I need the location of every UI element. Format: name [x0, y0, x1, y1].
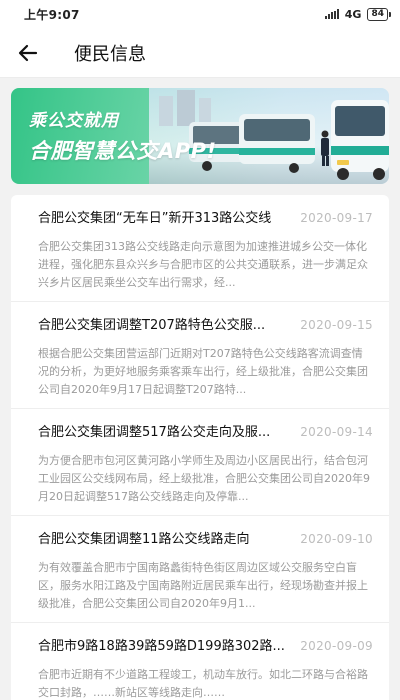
news-title: 合肥公交集团调整517路公交走向及服... [38, 425, 271, 440]
status-indicators: 4G 84 [324, 7, 391, 21]
news-item[interactable]: 合肥公交集团调整T207路特色公交服... 2020-09-15 根据合肥公交集… [11, 302, 389, 409]
news-item[interactable]: 合肥公交集团调整517路公交走向及服... 2020-09-14 为方便合肥市包… [11, 409, 389, 516]
banner-line1: 乘公交就用 [29, 111, 119, 131]
network-type: 4G [344, 7, 362, 21]
status-time: 上午9:07 [24, 7, 80, 22]
news-title: 合肥公交集团调整11路公交线路走向 [38, 532, 250, 547]
news-summary: 为方便合肥市包河区黄河路小学师生及周边小区居民出行，结合包河工业园区公交线网布局… [38, 454, 370, 503]
promo-banner[interactable]: 乘公交就用 合肥智慧公交APP! [11, 88, 389, 184]
app-header: 便民信息 [0, 28, 400, 78]
news-date: 2020-09-15 [300, 318, 373, 332]
news-summary: 合肥公交集团313路公交线路走向示意图为加速推进城乡公交一体化进程，强化肥东县众… [38, 240, 368, 289]
banner-line2: 合肥智慧公交APP! [29, 139, 217, 163]
news-summary: 合肥市近期有不少道路工程竣工，机动车放行。如北二环路与合裕路交口封路，……新站区… [38, 668, 368, 699]
arrow-left-icon [18, 44, 38, 61]
news-date: 2020-09-14 [300, 425, 373, 439]
news-list: 合肥公交集团“无车日”新开313路公交线 2020-09-17 合肥公交集团31… [11, 195, 389, 700]
status-bar: 上午9:07 4G 84 [0, 0, 400, 28]
news-title: 合肥公交集团“无车日”新开313路公交线 [38, 211, 272, 226]
news-date: 2020-09-10 [300, 532, 373, 546]
news-title: 合肥市9路18路39路59路D199路302路... [38, 639, 285, 654]
news-item[interactable]: 合肥市9路18路39路59路D199路302路... 2020-09-09 合肥… [11, 623, 389, 700]
news-item[interactable]: 合肥公交集团调整11路公交线路走向 2020-09-10 为有效覆盖合肥市宁国南… [11, 516, 389, 623]
news-summary: 根据合肥公交集团营运部门近期对T207路特色公交线路客流调查情况的分析，为更好地… [38, 347, 368, 396]
battery-icon: 84 [367, 7, 391, 21]
news-date: 2020-09-09 [300, 639, 373, 653]
page-title: 便民信息 [74, 43, 146, 65]
banner-text: 乘公交就用 合肥智慧公交APP! [29, 106, 217, 165]
news-summary: 为有效覆盖合肥市宁国南路蠡街特色街区周边区域公交服务空白盲区，服务水阳江路及宁国… [38, 561, 368, 610]
news-title: 合肥公交集团调整T207路特色公交服... [38, 318, 266, 333]
news-item[interactable]: 合肥公交集团“无车日”新开313路公交线 2020-09-17 合肥公交集团31… [11, 195, 389, 302]
back-button[interactable] [0, 28, 56, 78]
signal-icon [324, 9, 339, 19]
news-date: 2020-09-17 [300, 211, 373, 225]
